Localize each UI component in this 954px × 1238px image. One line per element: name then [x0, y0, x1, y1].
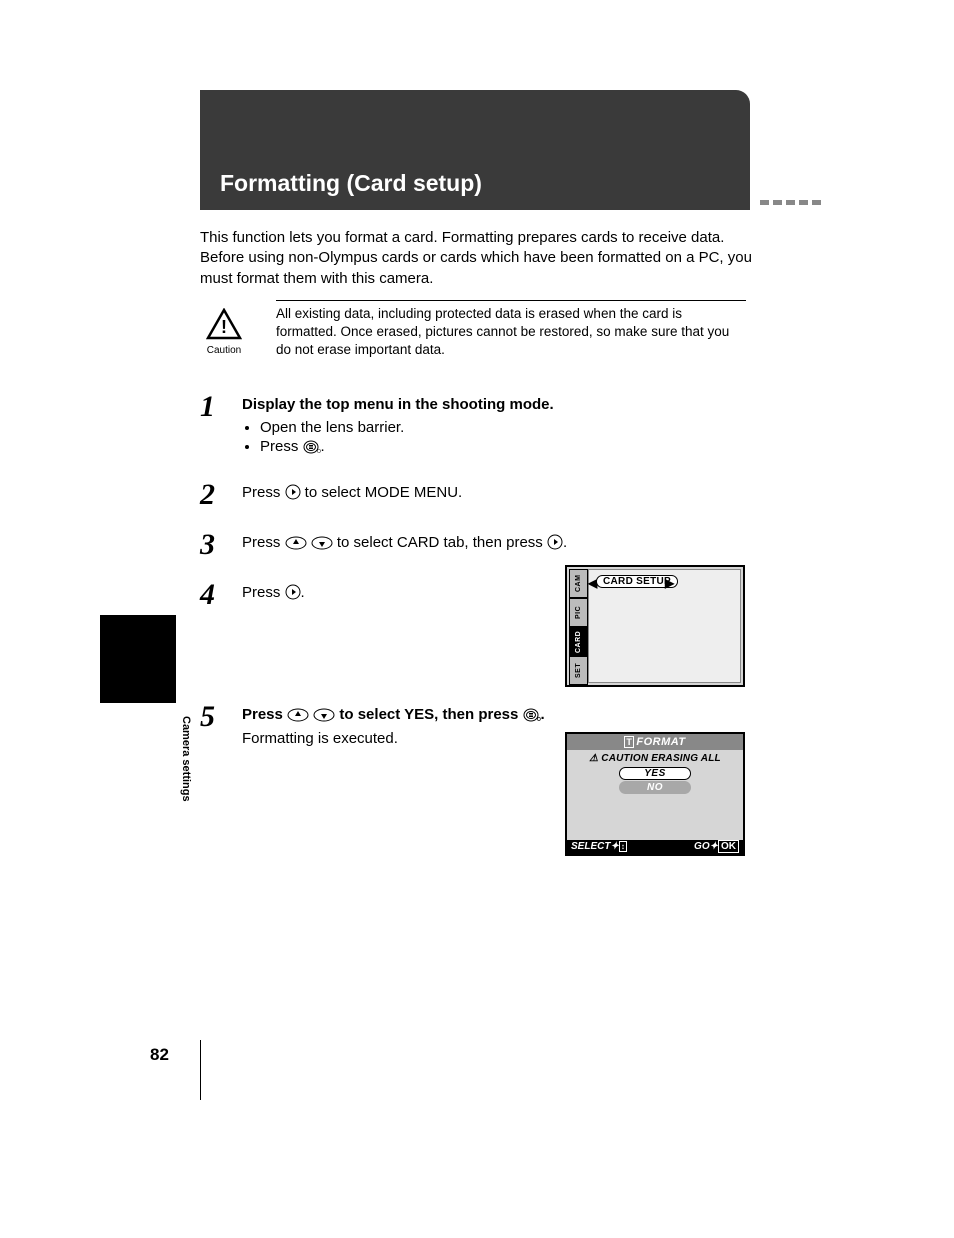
dpad-right-icon	[547, 534, 563, 554]
step-3: 3 Press to select CARD tab, then press .	[200, 528, 760, 560]
caution-block: ! Caution All existing data, including p…	[200, 300, 760, 360]
warning-icon: ⚠	[589, 753, 598, 764]
step-number: 2	[200, 478, 242, 510]
page-number: 82	[150, 1045, 169, 1065]
decorative-dots	[760, 200, 821, 205]
step-number: 1	[200, 390, 242, 460]
step-2: 2 Press to select MODE MENU.	[200, 478, 760, 510]
substep: Press OK.	[260, 438, 760, 458]
lcd-card-setup: CAM PIC CARD SET ◀ CARD SETUP ▶	[565, 565, 745, 687]
caution-label: Caution	[200, 345, 248, 356]
updown-icon: ↕	[619, 841, 627, 852]
lcd-footer-select: SELECT✦↕	[571, 841, 627, 852]
lcd-footer-go: GO✦OK	[694, 841, 739, 852]
chapter-label: Camera settings	[180, 716, 192, 802]
lcd-warning: ⚠ CAUTION ERASING ALL	[567, 750, 743, 766]
svg-text:!: !	[221, 317, 227, 337]
dpad-up-icon	[287, 708, 309, 726]
step-number: 5	[200, 700, 242, 747]
lcd-tab: PIC	[569, 598, 588, 627]
caution-icon: ! Caution	[200, 308, 248, 356]
chapter-tab	[100, 615, 176, 703]
lcd-option-no: NO	[619, 781, 691, 794]
dpad-right-icon	[285, 584, 301, 604]
substep: Open the lens barrier.	[260, 419, 760, 436]
arrow-right-icon: ▶	[665, 576, 674, 590]
dpad-up-icon	[285, 536, 307, 554]
step-number: 3	[200, 528, 242, 560]
page-title: Formatting (Card setup)	[220, 170, 482, 197]
page-rule	[200, 1040, 201, 1100]
caution-text: All existing data, including protected d…	[276, 300, 746, 360]
ok-menu-icon: OK	[523, 708, 541, 726]
step-number: 4	[200, 578, 242, 610]
lcd-format-dialog: TFORMAT ⚠ CAUTION ERASING ALL YES NO SEL…	[565, 732, 745, 856]
step-1: 1 Display the top menu in the shooting m…	[200, 390, 760, 460]
step-heading: Display the top menu in the shooting mod…	[242, 396, 760, 413]
ok-menu-icon: OK	[303, 440, 321, 458]
lcd-tab-active: CARD	[569, 627, 588, 656]
lcd-tab: SET	[569, 656, 588, 685]
lcd-option-yes: YES	[619, 767, 691, 780]
dpad-down-icon	[313, 708, 335, 726]
lcd-tab: CAM	[569, 569, 588, 598]
intro-text: This function lets you format a card. Fo…	[200, 228, 760, 289]
lcd-title: TFORMAT	[567, 734, 743, 750]
dpad-right-icon	[285, 484, 301, 504]
dpad-down-icon	[311, 536, 333, 554]
